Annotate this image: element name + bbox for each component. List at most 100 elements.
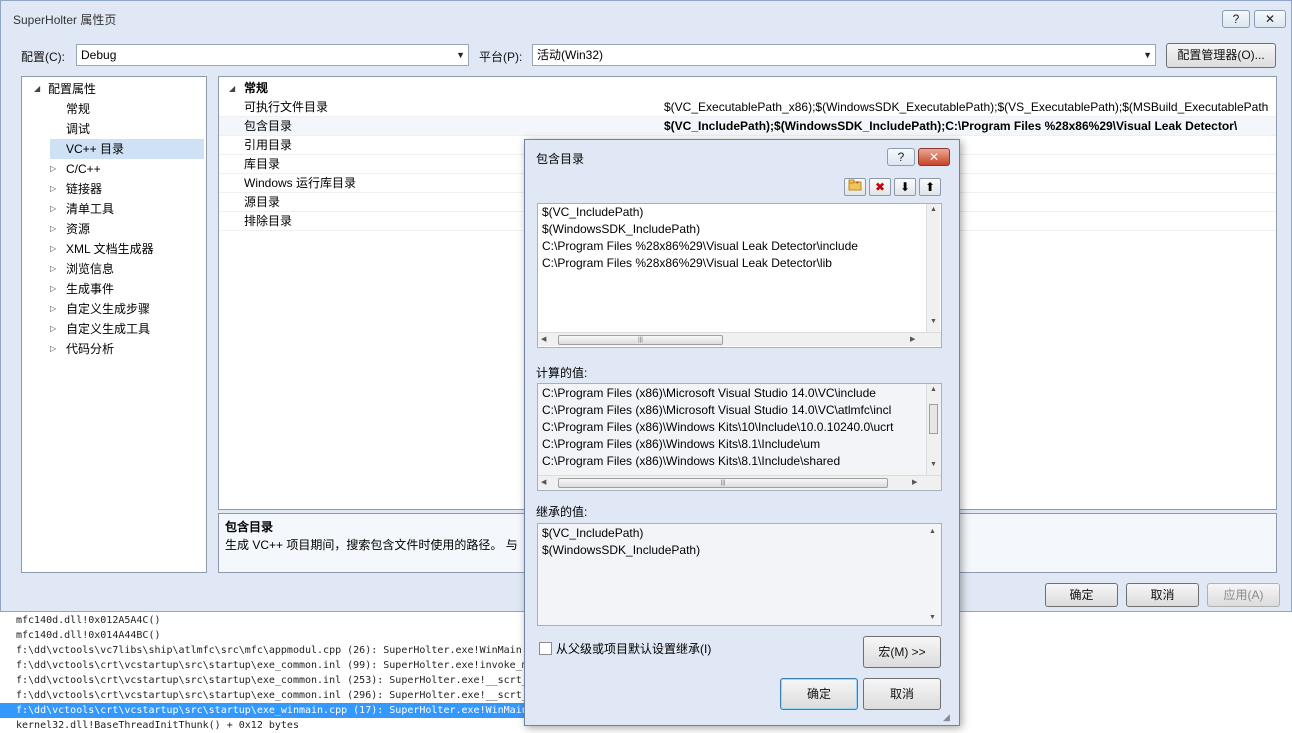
property-name: 包含目录 [244,119,293,133]
scrollbar-thumb[interactable]: ||| [558,335,723,345]
vertical-scrollbar[interactable]: ▲ ▼ [926,204,940,332]
expand-icon[interactable]: ▷ [50,219,56,239]
expand-icon[interactable]: ▷ [50,299,56,319]
grid-category-row[interactable]: ◢ 常规 [219,79,1276,98]
ok-button[interactable]: 确定 [1045,583,1118,607]
tree-item[interactable]: ▷ C/C++ [50,159,204,179]
move-up-button[interactable]: ⬆ [919,178,941,196]
scroll-left-icon[interactable]: ◀ [541,478,546,486]
scrollbar-thumb[interactable]: ||| [558,478,888,488]
tree-item[interactable]: 常规 [50,99,204,119]
list-line[interactable]: $(VC_IncludePath) [542,204,643,221]
dialog-ok-button[interactable]: 确定 [780,678,858,710]
output-line[interactable]: f:\dd\vctools\vc7libs\ship\atlmfc\src\mf… [16,643,522,658]
expand-icon[interactable]: ▷ [50,279,56,299]
tree-item[interactable]: ▷ 清单工具 [50,199,204,219]
expand-icon[interactable]: ▷ [50,319,56,339]
list-line: $(WindowsSDK_IncludePath) [542,543,701,557]
new-line-button[interactable]: * [844,178,866,196]
grid-category-label: 常规 [244,81,269,95]
collapse-icon[interactable]: ◢ [229,79,235,98]
tree-item-label: 代码分析 [66,342,115,356]
tree-item[interactable]: ◢ 配置属性 [24,79,204,99]
vertical-scrollbar[interactable]: ▲ ▼ [926,384,940,475]
output-line[interactable]: f:\dd\vctools\crt\vcstartup\src\startup\… [0,703,540,718]
expand-icon[interactable]: ▷ [50,259,56,279]
scroll-down-icon[interactable]: ▼ [930,318,937,325]
expand-icon[interactable]: ▷ [50,199,56,219]
macros-button[interactable]: 宏(M) >> [863,636,941,668]
delete-icon: ✖ [874,180,886,194]
expand-icon[interactable]: ▷ [50,239,56,259]
scroll-left-icon[interactable]: ◀ [541,335,546,343]
horizontal-scrollbar[interactable]: ◀ ||| ▶ [538,475,941,489]
output-line[interactable]: f:\dd\vctools\crt\vcstartup\src\startup\… [16,658,528,673]
property-row[interactable]: 包含目录 $(VC_IncludePath);$(WindowsSDK_Inclu… [219,117,1276,136]
help-button[interactable]: ? [1222,10,1250,28]
property-tree[interactable]: ◢ 配置属性 常规调试 VC++ 目录 ▷ C/C++ ▷ 链接器 ▷ 清单工具 ▷ 资源 ▷ XML 文… [21,76,207,573]
tree-item[interactable]: VC++ 目录 [50,139,204,159]
dialog-help-button[interactable]: ? [887,148,915,166]
property-name: 可执行文件目录 [244,100,329,114]
scroll-down-icon[interactable]: ▼ [930,461,937,468]
property-value[interactable]: $(VC_ExecutablePath_x86);$(WindowsSDK_Ex… [664,98,1268,117]
tree-item[interactable]: 调试 [50,119,204,139]
chevron-down-icon: ▼ [456,50,465,60]
tree-item-label: C/C++ [66,162,101,176]
output-line[interactable]: mfc140d.dll!0x014A44BC() [16,628,161,643]
tree-item-label: VC++ 目录 [66,142,125,156]
scroll-right-icon[interactable]: ▶ [910,335,915,343]
tree-item[interactable]: ▷ 代码分析 [50,339,204,359]
property-value[interactable]: $(VC_IncludePath);$(WindowsSDK_IncludePa… [664,117,1237,136]
list-line[interactable]: C:\Program Files %28x86%29\Visual Leak D… [542,255,832,272]
tree-item[interactable]: ▷ 浏览信息 [50,259,204,279]
list-line[interactable]: C:\Program Files %28x86%29\Visual Leak D… [542,238,858,255]
scroll-up-icon[interactable]: ▲ [929,528,936,535]
move-down-button[interactable]: ⬇ [894,178,916,196]
tree-item[interactable]: ▷ 链接器 [50,179,204,199]
dialog-close-button[interactable]: ✕ [918,148,950,166]
config-combo[interactable]: Debug ▼ [76,44,469,66]
tree-item[interactable]: ▷ 生成事件 [50,279,204,299]
chevron-down-icon: ▼ [1143,50,1152,60]
scroll-up-icon[interactable]: ▲ [930,206,937,213]
scroll-up-icon[interactable]: ▲ [930,386,937,393]
inherited-label: 继承的值: [536,505,588,519]
directory-list[interactable]: $(VC_IncludePath) $(WindowsSDK_IncludePat… [537,203,942,348]
output-line[interactable]: f:\dd\vctools\crt\vcstartup\src\startup\… [16,673,528,688]
platform-combo[interactable]: 活动(Win32) ▼ [532,44,1156,66]
config-manager-button[interactable]: 配置管理器(O)... [1166,43,1276,68]
list-line[interactable]: $(WindowsSDK_IncludePath) [542,221,700,238]
dialog-cancel-button[interactable]: 取消 [863,678,941,710]
output-line[interactable]: mfc140d.dll!0x012A5A4C() [16,613,161,628]
tree-item[interactable]: ▷ 自定义生成步骤 [50,299,204,319]
output-line[interactable]: f:\dd\vctools\crt\vcstartup\src\startup\… [16,688,528,703]
horizontal-scrollbar[interactable]: ◀ ||| ▶ [538,332,941,346]
inherit-checkbox-label[interactable]: 从父级或项目默认设置继承(I) [556,640,711,657]
cancel-button[interactable]: 取消 [1126,583,1199,607]
delete-line-button[interactable]: ✖ [869,178,891,196]
expand-icon[interactable]: ▷ [50,339,56,359]
scroll-right-icon[interactable]: ▶ [912,478,917,486]
svg-text:*: * [856,181,859,188]
tree-item-label: 链接器 [66,182,103,196]
resize-grip-icon[interactable]: ◢ [943,712,950,723]
inherit-checkbox[interactable] [539,642,552,655]
tree-item-label: 调试 [66,122,91,136]
tree-item[interactable]: ▷ 自定义生成工具 [50,319,204,339]
list-line: C:\Program Files (x86)\Windows Kits\10\I… [542,420,894,434]
include-directories-dialog: 包含目录 ? ✕ * ✖ ⬇ ⬆ $(VC_IncludePath) $(Wind… [524,139,960,726]
scroll-down-icon[interactable]: ▼ [929,614,936,621]
apply-button[interactable]: 应用(A) [1207,583,1280,607]
scrollbar-thumb[interactable] [929,404,938,434]
list-line: C:\Program Files (x86)\Windows Kits\8.1\… [542,437,821,451]
property-row[interactable]: 可执行文件目录 $(VC_ExecutablePath_x86);$(Window… [219,98,1276,117]
tree-item[interactable]: ▷ XML 文档生成器 [50,239,204,259]
config-label: 配置(C): [21,50,65,64]
collapse-icon[interactable]: ◢ [34,79,40,99]
tree-item[interactable]: ▷ 资源 [50,219,204,239]
expand-icon[interactable]: ▷ [50,179,56,199]
vertical-scrollbar[interactable]: ▲ ▼ [926,524,940,625]
close-button[interactable]: ✕ [1254,10,1286,28]
expand-icon[interactable]: ▷ [50,159,56,179]
